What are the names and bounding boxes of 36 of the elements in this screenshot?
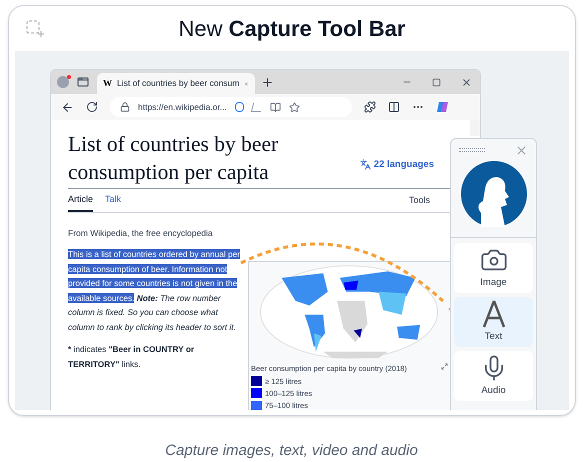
intro-paragraph: This is a list of countries ordered by annual per capita consumption of beer. Information not provided for some countries is not given in the available sources. Note: The row number column is fixed. So you can choose what column to rank by clicking its header to sort it. <box>68 248 242 334</box>
avatar-silhouette <box>460 161 526 227</box>
profile-icon[interactable] <box>57 76 69 88</box>
tab-actions-icon[interactable] <box>77 76 89 88</box>
reload-icon[interactable] <box>86 101 98 113</box>
lock-icon <box>120 102 130 112</box>
split-screen-icon[interactable] <box>388 101 400 113</box>
extensions-icon[interactable] <box>364 101 376 113</box>
tagline: From Wikipedia, the free encyclopedia <box>68 226 214 240</box>
new-tab-icon[interactable] <box>261 76 274 89</box>
enlarge-icon[interactable] <box>441 363 448 370</box>
drag-handle[interactable] <box>459 148 485 152</box>
article-tab[interactable]: Article <box>68 193 94 212</box>
article-title: List of countries by beer consumption per capita <box>68 131 280 186</box>
tab-title: List of countries by beer consum <box>117 77 240 90</box>
url-text: https://en.wikipedia.or... <box>138 100 227 114</box>
page-title: New Capture Tool Bar <box>178 15 406 43</box>
tools-menu[interactable]: Tools <box>408 194 430 210</box>
capture-tool-button[interactable]: Audio <box>454 351 533 401</box>
copilot-icon[interactable] <box>436 100 450 114</box>
languages-link[interactable]: 22 languages <box>360 158 434 172</box>
maximize-icon[interactable] <box>432 78 441 86</box>
indicates-text: * indicates "Beer in COUNTRY or TERRITORY" links. <box>68 343 196 371</box>
address-bar[interactable]: https://en.wikipedia.or... <box>110 97 352 117</box>
capture-tool-button[interactable]: Text <box>454 297 533 347</box>
reader-icon[interactable] <box>270 102 281 112</box>
caption: Capture images, text, video and audio <box>164 441 419 461</box>
browser-tab[interactable]: W List of countries by beer consum <box>97 73 255 94</box>
favorite-icon[interactable] <box>288 102 300 112</box>
back-icon[interactable] <box>61 100 74 114</box>
favicon: W <box>103 76 112 90</box>
capture-tool-button[interactable]: Image <box>454 243 533 293</box>
article-tab[interactable]: Talk <box>105 193 122 212</box>
letter-a-icon <box>480 300 506 328</box>
translate-icon <box>360 159 371 170</box>
close-icon[interactable] <box>461 76 472 88</box>
